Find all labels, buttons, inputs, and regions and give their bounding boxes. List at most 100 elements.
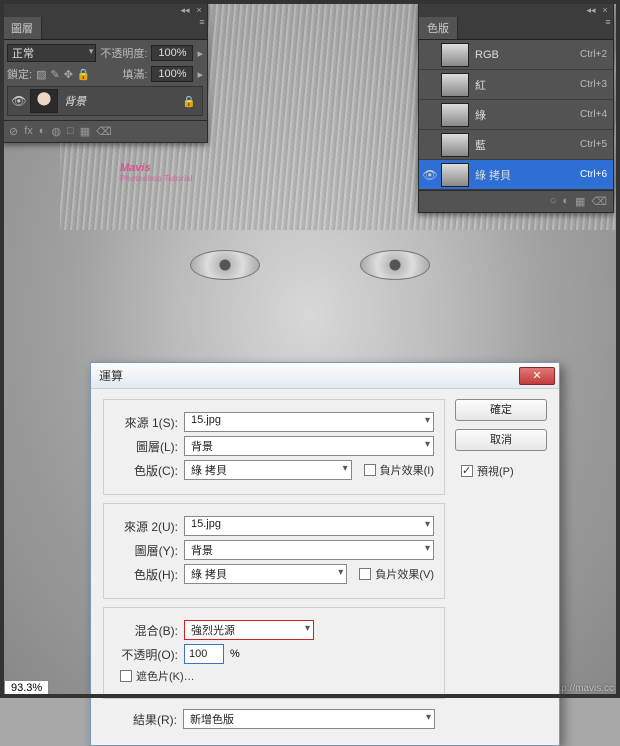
panel-collapse-bar[interactable]: ◂◂ × [3,3,207,17]
channel-name-label: 綠 [475,107,580,123]
source1-layer-label: 圖層(L): [114,438,178,455]
new-channel-icon[interactable]: ▦ [575,195,585,208]
trash-icon[interactable]: ⌫ [96,125,112,138]
blend-mode-select[interactable]: 強烈光源 [184,620,314,640]
blend-opacity-label: 不透明(O): [114,646,178,663]
collapse-icon[interactable]: ◂◂ [586,5,596,15]
new-layer-icon[interactable]: ▦ [80,125,90,138]
source1-layer-select[interactable]: 背景 [184,436,434,456]
save-selection-icon[interactable]: ◐ [562,195,569,208]
channel-name-label: RGB [475,49,580,61]
source2-label: 來源 2(U): [114,518,178,535]
channel-shortcut: Ctrl+5 [580,139,607,150]
calculations-dialog: 運算 ✕ 來源 1(S): 15.jpg 圖層(L): 背景 色版(C): 綠 … [90,362,560,746]
channel-shortcut: Ctrl+3 [580,79,607,90]
canvas-art-face [150,220,470,380]
channel-name-label: 綠 拷貝 [475,167,580,183]
result-label: 結果(R): [113,711,177,728]
channel-name-label: 紅 [475,77,580,93]
layer-thumbnail[interactable] [30,89,58,113]
panel-collapse-bar[interactable]: ◂◂ × [419,3,613,17]
dialog-title: 運算 [99,367,519,384]
channel-thumbnail[interactable] [441,73,469,97]
trash-icon[interactable]: ⌫ [591,195,607,208]
channel-thumbnail[interactable] [441,103,469,127]
preview-checkbox[interactable]: 預視(P) [461,463,547,479]
channel-thumbnail[interactable] [441,43,469,67]
result-select[interactable]: 新增色版 [183,709,435,729]
panel-menu-icon[interactable]: ≡ [603,17,613,27]
lock-icon: 🔒 [182,95,196,108]
channel-row[interactable]: RGBCtrl+2 [419,40,613,70]
link-icon[interactable]: ⊘ [9,125,18,138]
opacity-value[interactable]: 100% [151,45,193,61]
tab-channels[interactable]: 色版 [419,17,458,39]
lock-transparency-icon[interactable]: ▨ [36,68,46,81]
source2-group: 來源 2(U): 15.jpg 圖層(Y): 背景 色版(H): 綠 拷貝 負片… [103,503,445,599]
channel-shortcut: Ctrl+2 [580,49,607,60]
source2-layer-label: 圖層(Y): [114,542,178,559]
source1-file-select[interactable]: 15.jpg [184,412,434,432]
source1-group: 來源 1(S): 15.jpg 圖層(L): 背景 色版(C): 綠 拷貝 負片… [103,399,445,495]
collapse-icon[interactable]: ◂◂ [180,5,190,15]
channel-shortcut: Ctrl+4 [580,109,607,120]
close-icon[interactable]: × [194,5,204,15]
layer-name-label[interactable]: 背景 [64,93,182,109]
visibility-icon[interactable]: 👁 [419,168,441,182]
source2-channel-label: 色版(H): [114,566,178,583]
tab-layers[interactable]: 圖層 [3,17,42,39]
opacity-label: 不透明度: [100,45,147,61]
layer-row[interactable]: 👁 背景 🔒 [7,86,203,116]
channel-name-label: 藍 [475,137,580,153]
zoom-level[interactable]: 93.3% [4,680,49,696]
cancel-button[interactable]: 取消 [455,429,547,451]
dialog-titlebar[interactable]: 運算 ✕ [91,363,559,389]
fx-icon[interactable]: fx [24,125,33,138]
group-icon[interactable]: □ [67,125,74,138]
channels-panel-footer: ○ ◐ ▦ ⌫ [419,190,613,212]
adjustment-icon[interactable]: ◍ [51,125,61,138]
source1-channel-label: 色版(C): [114,462,178,479]
channels-panel: ◂◂ × 色版 ≡ RGBCtrl+2紅Ctrl+3綠Ctrl+4藍Ctrl+5… [418,2,614,213]
channel-row[interactable]: 藍Ctrl+5 [419,130,613,160]
ok-button[interactable]: 確定 [455,399,547,421]
channel-thumbnail[interactable] [441,163,469,187]
source2-channel-select[interactable]: 綠 拷貝 [184,564,347,584]
source2-layer-select[interactable]: 背景 [184,540,434,560]
fill-value[interactable]: 100% [151,66,193,82]
channel-row[interactable]: 👁 綠 拷貝Ctrl+6 [419,160,613,190]
source1-channel-select[interactable]: 綠 拷貝 [184,460,352,480]
watermark-text: Mavis [120,162,151,174]
blend-label: 混合(B): [114,622,178,639]
source1-label: 來源 1(S): [114,414,178,431]
channel-thumbnail[interactable] [441,133,469,157]
lock-label: 鎖定: [7,66,32,82]
load-selection-icon[interactable]: ○ [550,195,557,208]
layers-panel-footer: ⊘ fx ◐ ◍ □ ▦ ⌫ [3,120,207,142]
channel-row[interactable]: 紅Ctrl+3 [419,70,613,100]
mask-checkbox[interactable]: 遮色片(K)… [120,668,195,684]
fill-label: 填滿: [122,66,147,82]
source2-invert-checkbox[interactable]: 負片效果(V) [359,566,434,582]
layers-panel: ◂◂ × 圖層 ≡ 正常 不透明度: 100% ▸ 鎖定: ▨ ✎ ✥ 🔒 填滿… [2,2,208,143]
source2-file-select[interactable]: 15.jpg [184,516,434,536]
mask-icon[interactable]: ◐ [39,125,46,138]
close-icon[interactable]: × [600,5,610,15]
percent-unit: % [230,648,240,660]
chevron-down-icon[interactable]: ▸ [197,47,203,60]
channel-shortcut: Ctrl+6 [580,169,607,180]
chevron-down-icon[interactable]: ▸ [197,68,203,81]
channel-row[interactable]: 綠Ctrl+4 [419,100,613,130]
lock-all-icon[interactable]: 🔒 [77,68,91,81]
visibility-icon[interactable]: 👁 [8,94,30,108]
blend-group: 混合(B): 強烈光源 不透明(O): % 遮色片(K)… [103,607,445,699]
source1-invert-checkbox[interactable]: 負片效果(I) [364,462,434,478]
close-button[interactable]: ✕ [519,367,555,385]
blend-opacity-input[interactable] [184,644,224,664]
lock-paint-icon[interactable]: ✎ [50,68,59,81]
watermark-sub: Photoshop Tutorial [120,174,193,183]
watermark: Mavis Photoshop Tutorial [120,150,193,183]
panel-menu-icon[interactable]: ≡ [197,17,207,27]
blend-mode-select[interactable]: 正常 [7,44,96,62]
lock-move-icon[interactable]: ✥ [64,68,73,81]
